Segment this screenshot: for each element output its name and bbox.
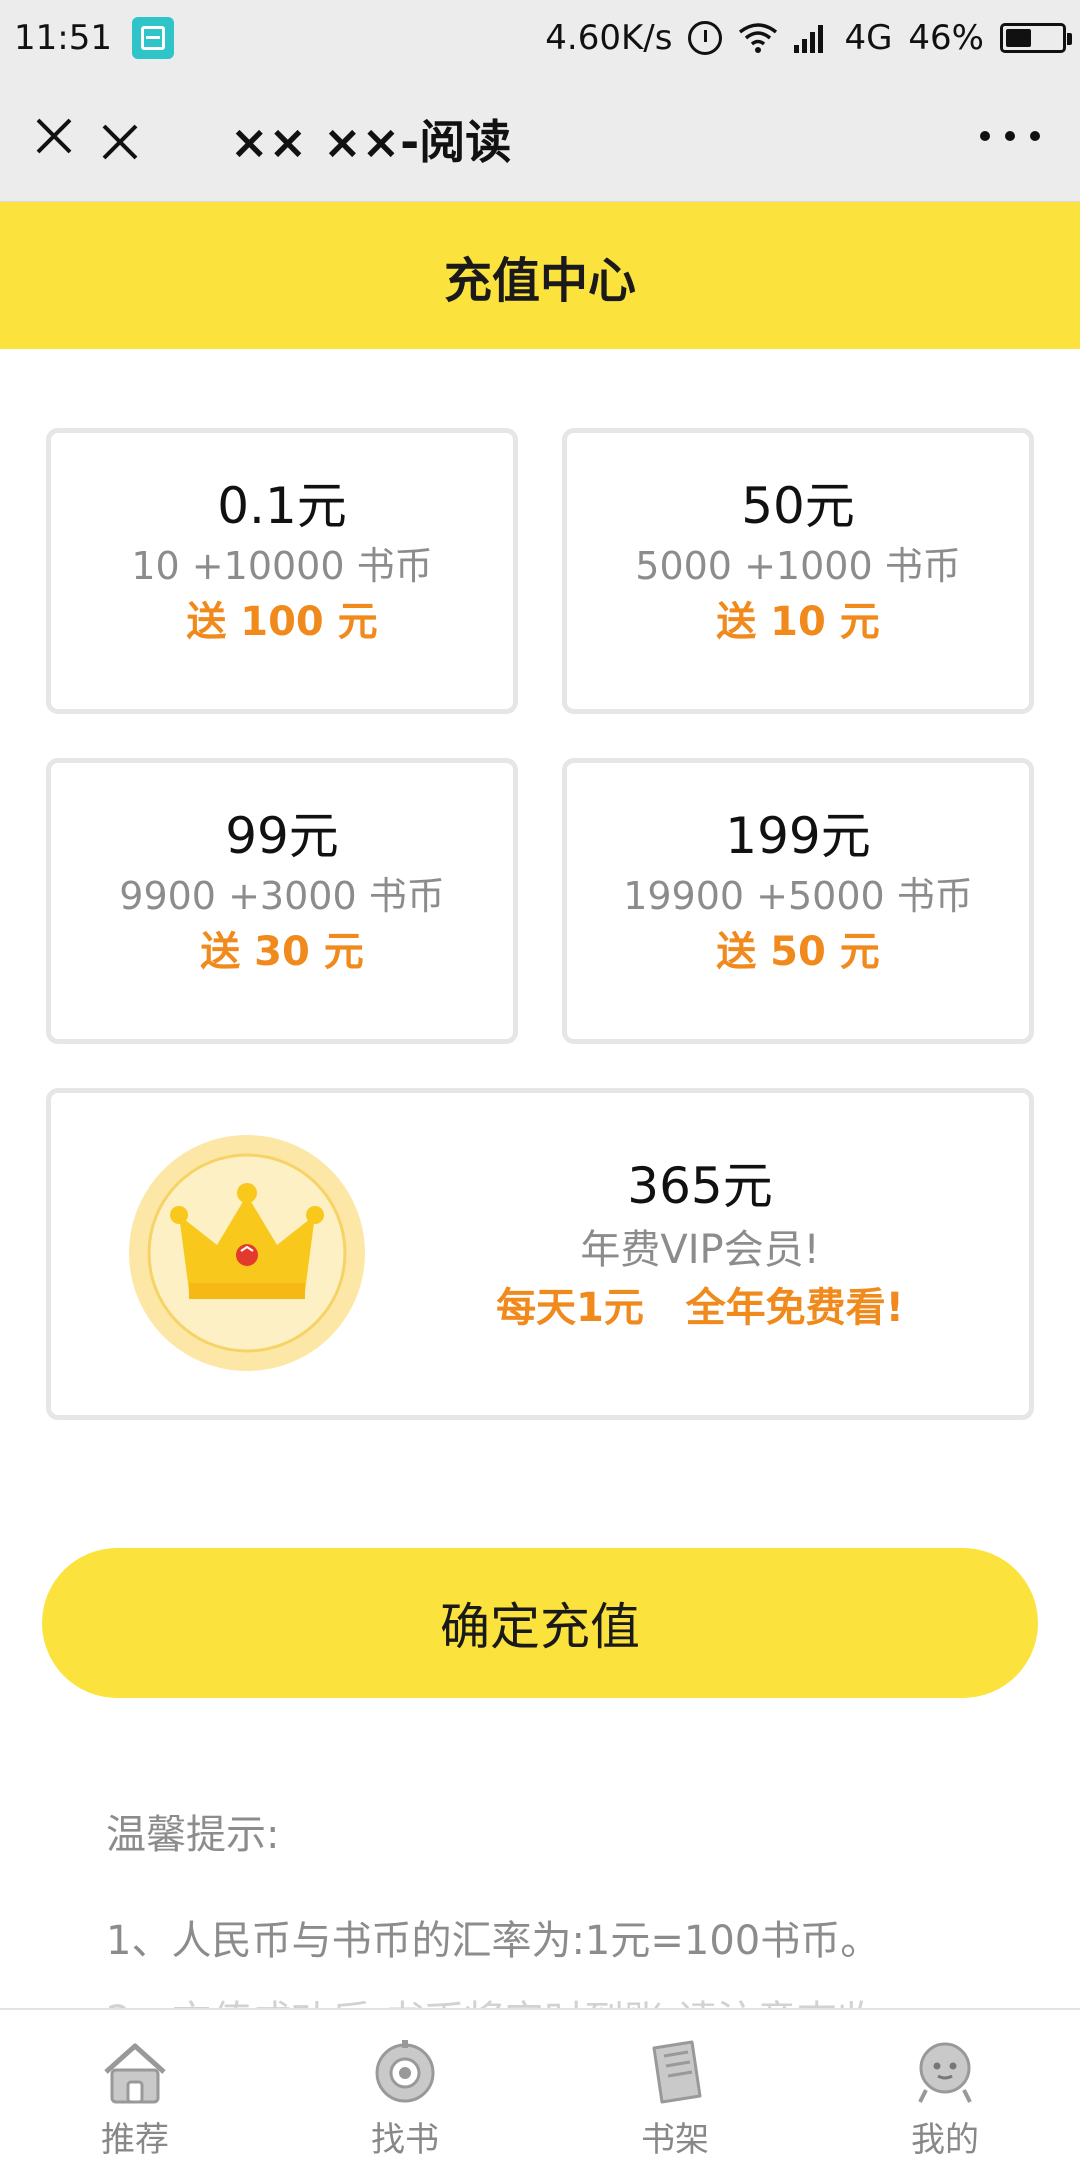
package-bonus: 送 10 元 <box>716 598 880 645</box>
recharge-center-header: 充值中心 <box>0 202 1080 349</box>
nav-label: 我的 <box>911 2120 979 2160</box>
bottom-nav: 推荐 找书 书架 我的 <box>0 2008 1080 2162</box>
vip-package-card[interactable]: 365元 年费VIP会员! 每天1元 全年免费看! <box>46 1088 1034 1420</box>
signal-icon <box>794 23 828 53</box>
more-dot-icon <box>1030 131 1040 141</box>
crown-icon <box>129 1135 365 1371</box>
wifi-icon <box>738 22 778 54</box>
nav-item-recommend[interactable]: 推荐 <box>0 2010 270 2162</box>
close-icon <box>36 118 138 160</box>
status-bar: 11:51 4.60K/s 4G 46% <box>0 0 1080 76</box>
package-bonus: 送 100 元 <box>186 598 378 645</box>
tips-title: 温馨提示: <box>106 1812 280 1858</box>
vip-description: 年费VIP会员! <box>580 1227 820 1273</box>
page-title: ×× ××-阅读 <box>230 115 512 169</box>
more-dot-icon <box>1005 131 1015 141</box>
package-card[interactable]: 0.1元 10 +10000 书币 送 100 元 <box>46 428 518 714</box>
package-price: 0.1元 <box>217 477 347 535</box>
compass-icon <box>370 2040 440 2106</box>
package-card[interactable]: 50元 5000 +1000 书币 送 10 元 <box>562 428 1034 714</box>
nav-item-find-books[interactable]: 找书 <box>270 2010 540 2162</box>
alarm-icon <box>688 21 723 55</box>
network-speed: 4.60K/s <box>545 18 673 58</box>
tips-item: 1、人民币与书币的汇率为:1元=100书币。 <box>106 1918 881 1964</box>
package-card[interactable]: 199元 19900 +5000 书币 送 50 元 <box>562 758 1034 1044</box>
vip-price: 365元 <box>627 1157 773 1215</box>
network-type: 4G <box>844 18 893 58</box>
nav-label: 推荐 <box>101 2120 169 2160</box>
more-options-button[interactable] <box>980 116 1040 156</box>
title-bar: ×× ××-阅读 <box>0 76 1080 202</box>
scan-app-icon <box>131 17 174 59</box>
nav-label: 书架 <box>641 2120 709 2160</box>
package-price: 50元 <box>741 477 855 535</box>
package-coins: 10 +10000 书币 <box>131 544 433 588</box>
nav-item-bookshelf[interactable]: 书架 <box>540 2010 810 2162</box>
battery-percent: 46% <box>908 18 984 58</box>
confirm-recharge-button[interactable]: 确定充值 <box>42 1548 1038 1698</box>
vip-tagline: 每天1元 全年免费看! <box>496 1285 904 1331</box>
status-time: 11:51 <box>14 18 112 58</box>
package-coins: 9900 +3000 书币 <box>119 874 445 918</box>
package-price: 99元 <box>225 807 339 865</box>
package-bonus: 送 30 元 <box>200 928 364 975</box>
package-bonus: 送 50 元 <box>716 928 880 975</box>
battery-icon <box>1000 23 1072 53</box>
package-price: 199元 <box>725 807 871 865</box>
close-button[interactable] <box>34 114 144 164</box>
more-dot-icon <box>980 131 990 141</box>
package-card[interactable]: 99元 9900 +3000 书币 送 30 元 <box>46 758 518 1044</box>
package-coins: 5000 +1000 书币 <box>635 544 961 588</box>
nav-label: 找书 <box>371 2120 439 2160</box>
book-icon <box>640 2040 710 2106</box>
nav-item-profile[interactable]: 我的 <box>810 2010 1080 2162</box>
package-coins: 19900 +5000 书币 <box>623 874 973 918</box>
home-icon <box>100 2040 170 2106</box>
profile-icon <box>910 2040 980 2106</box>
